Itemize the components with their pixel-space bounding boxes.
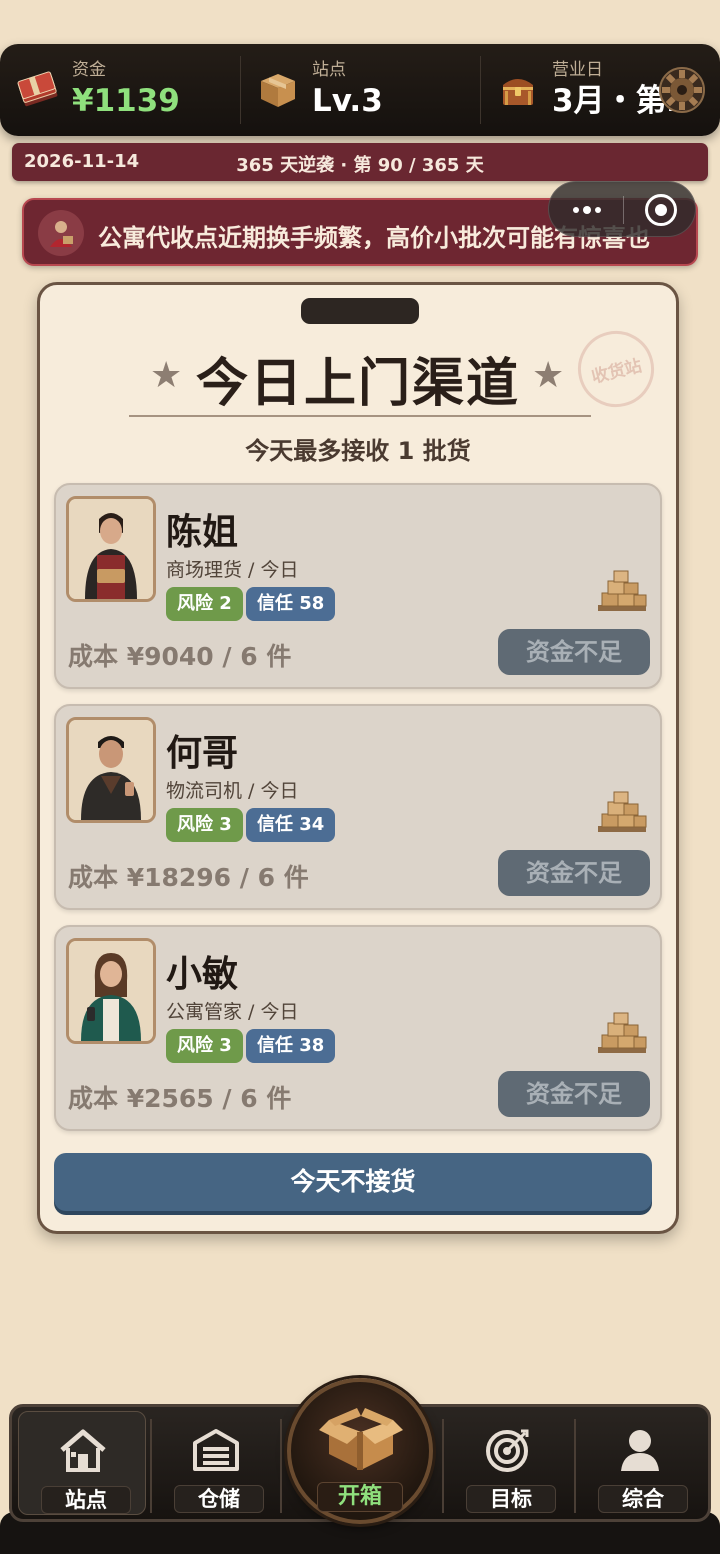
vendor-name: 陈姐 [166, 512, 239, 553]
target-icon [483, 1425, 533, 1475]
vendor-portrait [66, 717, 156, 823]
cargo-boxes-icon [596, 790, 648, 836]
title-divider [129, 415, 591, 417]
vendor-role: 物流司机 / 今日 [166, 780, 299, 802]
risk-badge: 风险 3 [166, 808, 243, 842]
nav-label: 目标 [466, 1485, 556, 1513]
risk-badge: 风险 3 [166, 1029, 243, 1063]
vendor-portrait [66, 938, 156, 1044]
miniprogram-capsule [548, 181, 696, 237]
person-icon [615, 1425, 665, 1475]
money-stack-icon [16, 68, 60, 112]
nav-item-general[interactable]: 综合 [576, 1411, 704, 1515]
station-value: Lv.3 [312, 83, 383, 119]
nav-item-station[interactable]: 站点 [18, 1411, 146, 1515]
nav-item-open-box[interactable]: 开箱 [287, 1378, 433, 1524]
target-close-icon[interactable] [645, 194, 677, 226]
decline-today-button[interactable]: 今天不接货 [54, 1153, 652, 1211]
vendor-portrait [66, 496, 156, 602]
vendor-row[interactable]: 小敏 公寓管家 / 今日 风险 3 信任 38 成本 ¥2565 / 6 件 资… [54, 925, 662, 1131]
card-handle [301, 298, 419, 324]
cargo-boxes-icon [596, 1011, 648, 1057]
insufficient-funds-button[interactable]: 资金不足 [498, 1071, 650, 1117]
card-subtitle: 今天最多接收 1 批货 [245, 437, 471, 465]
funds-value: ¥1139 [72, 83, 180, 119]
gear-icon[interactable] [658, 66, 706, 114]
trust-badge: 信任 38 [246, 1029, 336, 1063]
nav-label: 仓储 [174, 1485, 264, 1513]
star-icon: ★ [532, 355, 565, 396]
station-stat: 站点 Lv.3 [240, 44, 480, 136]
insufficient-funds-button[interactable]: 资金不足 [498, 850, 650, 896]
insufficient-funds-button[interactable]: 资金不足 [498, 629, 650, 675]
nav-item-goals[interactable]: 目标 [444, 1411, 572, 1515]
nav-label: 站点 [41, 1486, 131, 1514]
channel-card: ★ 今日上门渠道 ★ 收货站 今天最多接收 1 批货 陈姐 商场理货 / 今日 … [37, 282, 679, 1234]
courier-avatar-icon [38, 210, 84, 256]
risk-badge: 风险 2 [166, 587, 243, 621]
vendor-role: 商场理货 / 今日 [166, 559, 299, 581]
vendor-cost: 成本 ¥9040 / 6 件 [68, 642, 292, 671]
funds-label: 资金 [72, 60, 106, 80]
vendor-cost: 成本 ¥18296 / 6 件 [68, 863, 309, 892]
more-dots-icon[interactable] [569, 196, 605, 224]
vendor-name: 何哥 [166, 733, 239, 774]
warehouse-icon [191, 1425, 241, 1475]
date-bar: 2026-11-14 365 天逆袭 · 第 90 / 365 天 [12, 143, 708, 181]
vendor-row[interactable]: 何哥 物流司机 / 今日 风险 3 信任 34 成本 ¥18296 / 6 件 … [54, 704, 662, 910]
stats-bar: 资金 ¥1139 站点 Lv.3 营业日 3月・第2 [0, 44, 720, 136]
trust-badge: 信任 58 [246, 587, 336, 621]
vendor-cost: 成本 ¥2565 / 6 件 [68, 1084, 292, 1113]
parcel-box-icon [256, 68, 300, 112]
house-icon [58, 1426, 108, 1476]
vendor-role: 公寓管家 / 今日 [166, 1001, 299, 1023]
vendor-row[interactable]: 陈姐 商场理货 / 今日 风险 2 信任 58 成本 ¥9040 / 6 件 资… [54, 483, 662, 689]
nav-item-warehouse[interactable]: 仓储 [152, 1411, 280, 1515]
nav-separator [280, 1419, 282, 1513]
nav-label: 综合 [598, 1485, 688, 1513]
business-day-stat: 营业日 3月・第2 [480, 44, 720, 136]
treasure-chest-icon [496, 68, 540, 112]
cargo-boxes-icon [596, 569, 648, 615]
challenge-progress: 365 天逆袭 · 第 90 / 365 天 [236, 155, 484, 176]
trust-badge: 信任 34 [246, 808, 336, 842]
vendor-name: 小敏 [166, 954, 239, 995]
nav-label: 开箱 [317, 1482, 403, 1512]
open-box-icon [319, 1402, 403, 1476]
station-label: 站点 [312, 60, 346, 80]
funds-stat: 资金 ¥1139 [0, 44, 240, 136]
capsule-divider [623, 196, 624, 224]
